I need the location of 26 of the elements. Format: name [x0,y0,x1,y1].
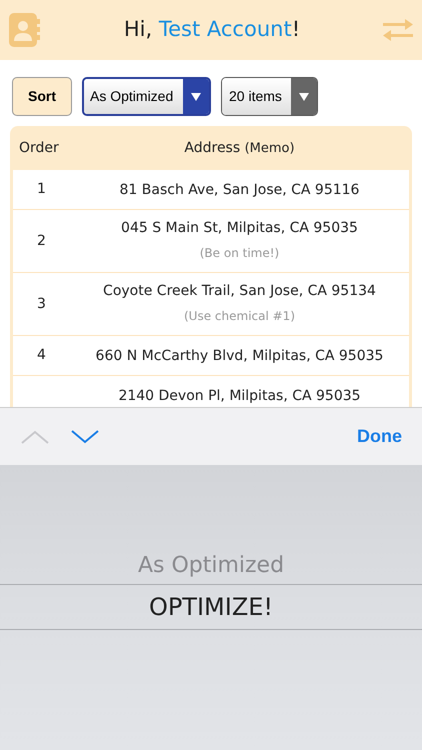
sort-dropdown[interactable]: As Optimized [82,77,211,116]
contact-book-icon[interactable] [9,13,41,47]
dropdown-value: 20 items [222,78,291,115]
sort-button[interactable]: Sort [12,77,72,116]
order-cell-text: 2 [36,232,47,250]
order-cell-text: 1 [36,180,47,199]
dropdown-arrow-icon [191,92,201,100]
item-count-dropdown[interactable]: 20 items [221,77,318,116]
address-cell-text: 81 Basch Ave, San Jose, CA 95116 [120,180,360,200]
order-cell-text: 4 [36,346,47,365]
done-button[interactable]: Done [357,423,402,450]
address-cell-text: 2140 Devon Pl, Milpitas, CA 95035 [118,386,361,406]
order-cell-text: 3 [36,294,47,314]
memo-text: (Use chemical #1) [184,308,295,325]
dropdown-value: As Optimized [84,79,183,114]
picker-option[interactable]: OPTIMIZE! [0,584,422,630]
address-cell-text: 045 S Main St, Milpitas, CA 95035 [121,219,358,238]
memo-text: (Be on time!) [200,245,280,262]
address-cell-text: Coyote Creek Trail, San Jose, CA 95134 [103,282,376,301]
swap-arrows-icon[interactable] [382,19,413,41]
column-header: Order [18,138,60,158]
address-cell-text: 660 N McCarthy Blvd, Milpitas, CA 95035 [96,346,384,366]
greeting-text: Hi, Test Account! [124,16,300,44]
dropdown-arrow-icon [299,92,309,100]
chevron-down-icon[interactable] [70,428,100,444]
column-header: Address (Memo) [183,138,296,158]
